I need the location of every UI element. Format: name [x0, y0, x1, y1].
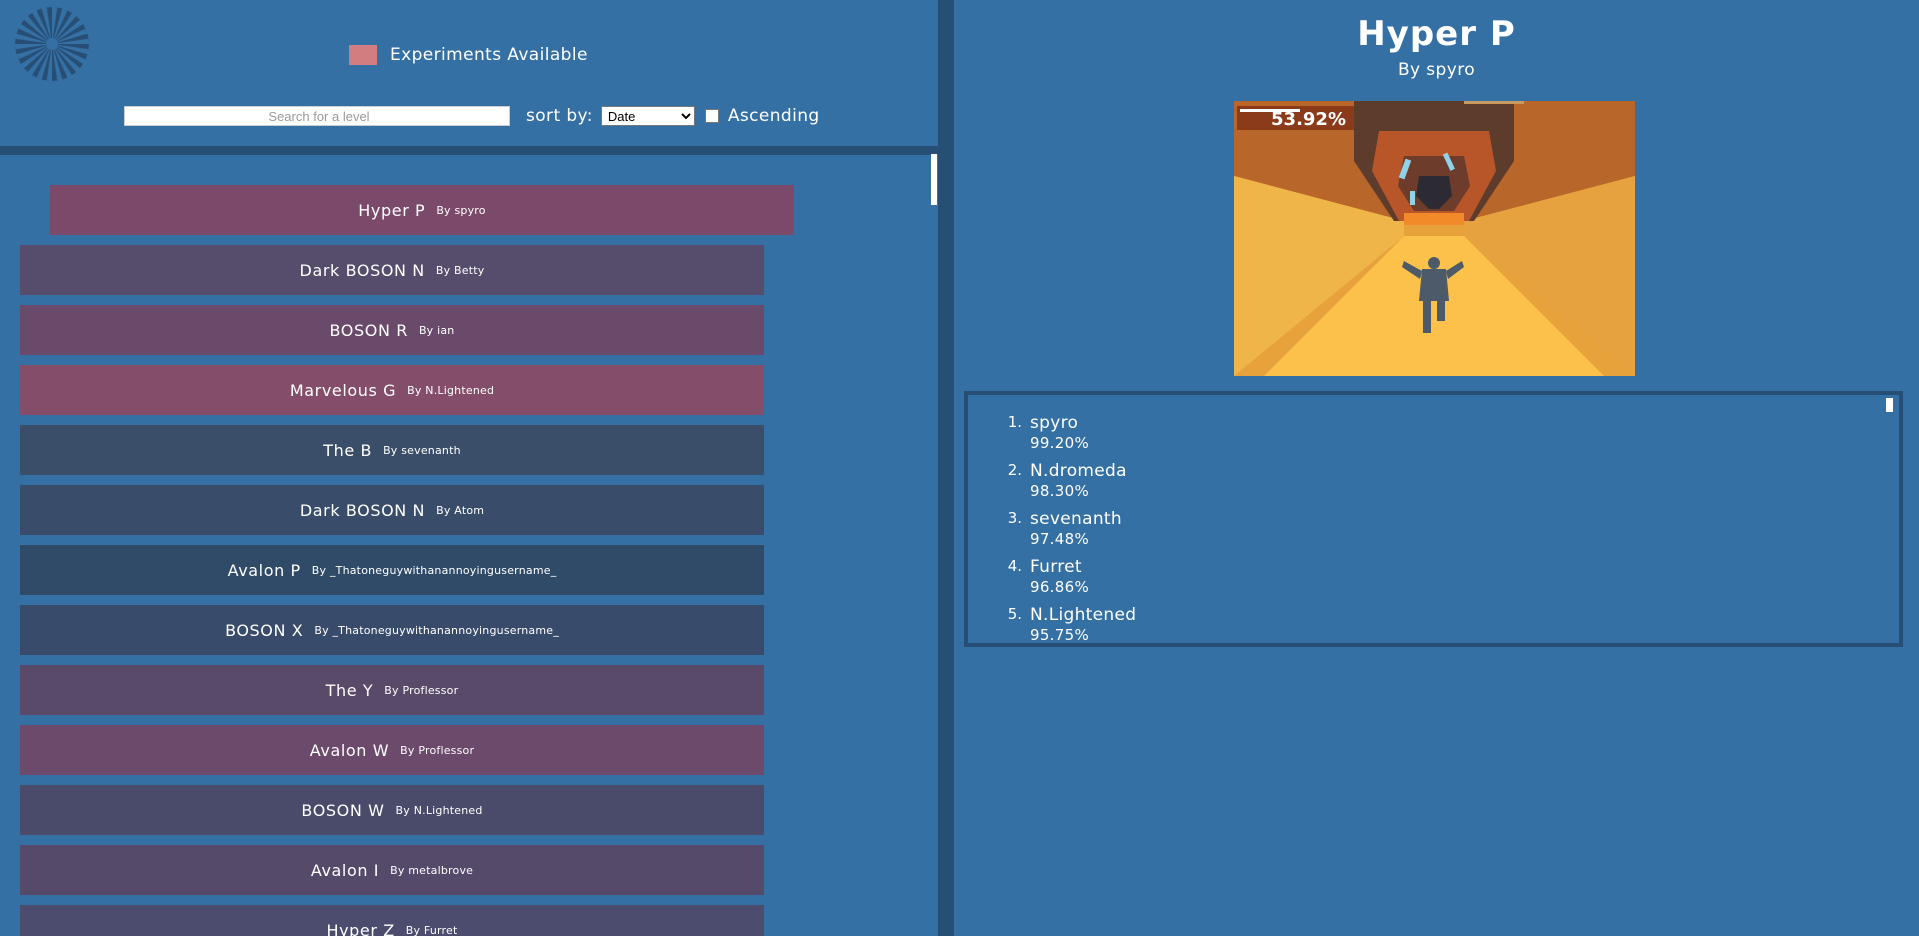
level-name: Avalon I [310, 860, 380, 880]
level-name: BOSON X [225, 620, 304, 640]
leaderboard-rank: 4. [1007, 557, 1022, 575]
leaderboard-player-name: sevenanth [1030, 509, 1122, 529]
level-list-scrollbar[interactable] [931, 154, 937, 205]
leaderboard-scrollbar[interactable] [1886, 398, 1893, 412]
level-author: By N.Lightened [395, 803, 483, 817]
level-list-item[interactable]: BOSON W By N.Lightened [20, 785, 764, 835]
level-list-item[interactable]: Avalon W By Proflessor [20, 725, 764, 775]
level-author: By _Thatoneguywithanannoyingusername_ [314, 623, 559, 637]
leaderboard-score: 99.20% [1030, 434, 1089, 452]
ascending-label: Ascending [727, 106, 820, 126]
level-author: By N.Lightened [407, 383, 495, 397]
level-author: By Betty [435, 263, 485, 277]
top-bar: Experiments Available sort by: Date Asce… [0, 0, 938, 146]
level-name: Avalon P [227, 560, 301, 580]
level-name: Hyper Z [326, 920, 395, 936]
level-author: By Proflessor [384, 683, 459, 697]
level-name: Marvelous G [289, 380, 397, 400]
leaderboard[interactable]: 1. spyro 99.20% 2. N.dromeda 98.30% 3. sevenant… [964, 391, 1903, 647]
level-browser: Experiments Available sort by: Date Asce… [0, 0, 938, 936]
legend-label: Experiments Available [390, 45, 588, 65]
leaderboard-score: 95.75% [1030, 626, 1089, 644]
level-name: Hyper P [358, 200, 426, 220]
level-list-item[interactable]: The B By sevenanth [20, 425, 764, 475]
search-sort-row: sort by: Date Ascending [124, 104, 820, 128]
level-list-item[interactable]: BOSON X By _Thatoneguywithanannoyingusern… [20, 605, 764, 655]
level-name: Dark BOSON N [299, 500, 426, 520]
leaderboard-rank: 5. [1007, 605, 1022, 623]
level-author: By Proflessor [400, 743, 475, 757]
level-name: BOSON R [329, 320, 408, 340]
sort-select[interactable]: Date [600, 106, 695, 126]
level-name: Avalon W [309, 740, 390, 760]
progress-readout: 53.92% [1237, 106, 1354, 130]
leaderboard-score: 97.48% [1030, 530, 1089, 548]
burst-logo-icon[interactable] [14, 6, 90, 82]
leaderboard-player-name: N.dromeda [1030, 461, 1127, 481]
leaderboard-player-name: Furret [1030, 557, 1082, 577]
progress-percentage: 53.92% [1271, 109, 1346, 130]
ascending-checkbox[interactable] [704, 109, 719, 123]
level-list[interactable]: Hyper P By spyro Dark BOSON N By Betty BOSON… [0, 155, 938, 936]
level-author: By metalbrove [390, 863, 474, 877]
panel-divider [938, 0, 954, 936]
level-title: Hyper P [1357, 14, 1516, 54]
search-input[interactable] [124, 106, 510, 126]
level-author: By Atom [436, 503, 485, 517]
level-author: By Furret [405, 923, 458, 936]
level-list-item[interactable]: Hyper P By spyro [50, 185, 794, 235]
level-author: By sevenanth [383, 443, 461, 457]
level-author: By spyro [1397, 60, 1476, 80]
level-author: By spyro [436, 203, 486, 217]
level-name: Dark BOSON N [299, 260, 425, 280]
level-list-item[interactable]: Avalon I By metalbrove [20, 845, 764, 895]
level-list-item[interactable]: Dark BOSON N By Betty [20, 245, 764, 295]
legend: Experiments Available [349, 43, 588, 67]
level-preview-image [1234, 101, 1635, 376]
leaderboard-rank: 2. [1007, 461, 1022, 479]
level-list-item[interactable]: Dark BOSON N By Atom [20, 485, 764, 535]
level-list-item[interactable]: The Y By Proflessor [20, 665, 764, 715]
level-name: The B [323, 440, 373, 460]
sort-label: sort by: [526, 106, 593, 126]
level-list-item[interactable]: Avalon P By _Thatoneguywithanannoyinguser… [20, 545, 764, 595]
leaderboard-rank: 3. [1007, 509, 1022, 527]
leaderboard-player-name: N.Lightened [1030, 605, 1137, 625]
level-author: By _Thatoneguywithanannoyingusername_ [311, 563, 557, 577]
leaderboard-rank: 1. [1007, 413, 1022, 431]
legend-swatch [349, 45, 377, 65]
leaderboard-score: 96.86% [1030, 578, 1089, 596]
leaderboard-score: 98.30% [1030, 482, 1089, 500]
level-list-item[interactable]: Hyper Z By Furret [20, 905, 764, 936]
level-name: The Y [325, 680, 374, 700]
leaderboard-player-name: spyro [1030, 413, 1079, 433]
level-detail: Hyper P By spyro 53.92% 1. spyro 99.20% 2. N… [954, 0, 1919, 936]
level-list-item[interactable]: BOSON R By ian [20, 305, 764, 355]
level-author: By ian [418, 323, 455, 337]
level-name: BOSON W [301, 800, 385, 820]
header-divider [0, 146, 938, 155]
level-list-item[interactable]: Marvelous G By N.Lightened [20, 365, 764, 415]
